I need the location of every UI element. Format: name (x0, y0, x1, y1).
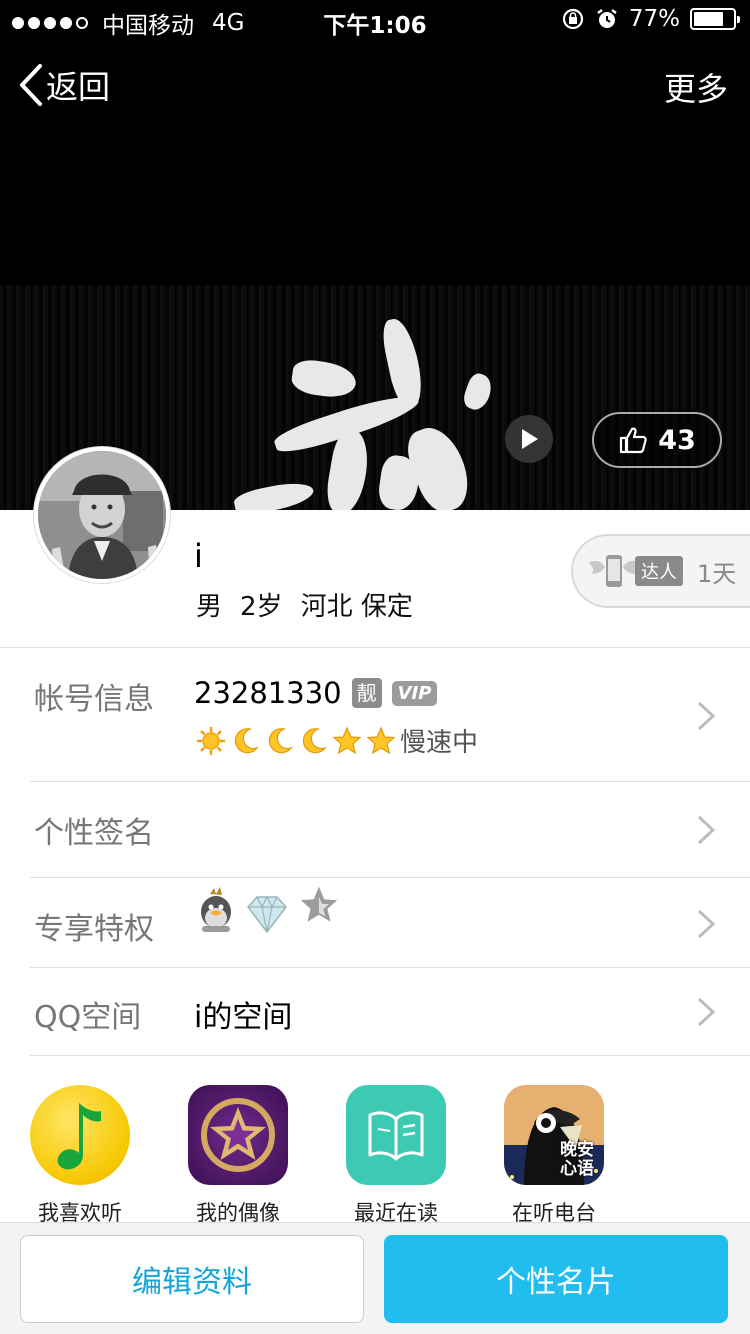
account-info-label: 帐号信息 (34, 682, 154, 717)
chevron-right-icon (697, 815, 716, 845)
account-info-row[interactable]: 帐号信息 (0, 648, 750, 781)
play-button[interactable] (505, 415, 553, 463)
chevron-left-icon (20, 64, 42, 106)
liang-badge: 靓 (351, 678, 382, 708)
privileges-row[interactable]: 专享特权 (0, 878, 750, 967)
back-label: 返回 (46, 68, 111, 106)
vip-badge: VIP (391, 680, 438, 706)
qzone-value: i的空间 (194, 1000, 293, 1035)
qq-music-icon (30, 1085, 130, 1185)
signature-label: 个性签名 (34, 816, 154, 851)
profile-subinfo: 男 2岁 河北 保定 (196, 586, 413, 623)
gender: 男 (196, 592, 223, 622)
back-button[interactable]: 返回 (18, 60, 110, 110)
qzone-label: QQ空间 (34, 1000, 142, 1035)
daren-days: 1天 (697, 559, 737, 588)
diamond-icon (247, 895, 287, 934)
app-recent-reading[interactable]: 最近在读 (336, 1085, 456, 1227)
account-number-line: 23281330 靓 VIP (194, 676, 438, 710)
daren-tag: 达人 (635, 556, 683, 586)
bottom-action-bar: 编辑资料 个性名片 (0, 1222, 750, 1334)
radio-icon-text: 晚安心语 (560, 1140, 594, 1179)
qzone-row[interactable]: QQ空间 i的空间 (0, 968, 750, 1055)
sun-icon (197, 726, 225, 755)
like-count: 43 (658, 424, 696, 456)
thumbs-up-icon (620, 427, 647, 454)
winged-phone-icon (589, 555, 639, 587)
chevron-right-icon (697, 997, 716, 1027)
location: 河北 保定 (300, 592, 413, 622)
battery-percent: 77% (628, 6, 680, 32)
edit-profile-button[interactable]: 编辑资料 (20, 1235, 364, 1323)
nickname: i (194, 537, 203, 575)
status-bar: 中国移动 4G 下午1:06 77% (0, 0, 750, 40)
app-radio[interactable]: 晚安心语 在听电台 (494, 1085, 614, 1227)
signature-row[interactable]: 个性签名 (0, 782, 750, 877)
account-number: 23281330 (194, 676, 342, 710)
moon-icon (268, 727, 293, 753)
app-my-idol[interactable]: 我的偶像 (178, 1085, 298, 1227)
idol-star-icon (188, 1085, 288, 1185)
qq-penguin-crown-icon (201, 887, 231, 932)
rotation-lock-icon (562, 8, 583, 30)
chevron-right-icon (697, 909, 716, 939)
like-button[interactable]: 43 (592, 412, 722, 468)
star-icon (366, 725, 396, 754)
moon-icon (234, 727, 259, 753)
divider (30, 1055, 750, 1056)
battery-icon (690, 8, 740, 30)
gray-star-icon (300, 886, 338, 922)
play-icon (522, 429, 538, 449)
avatar[interactable] (34, 447, 170, 583)
chevron-right-icon (697, 701, 716, 731)
avatar-photo (38, 451, 166, 579)
qq-level: 慢速中 (196, 722, 478, 759)
level-status: 慢速中 (400, 728, 479, 758)
moon-icon (302, 727, 327, 753)
book-icon (346, 1085, 446, 1185)
personal-card-button[interactable]: 个性名片 (384, 1235, 728, 1323)
more-button[interactable]: 更多 (664, 64, 728, 110)
age: 2岁 (240, 592, 283, 622)
daren-badge[interactable]: 达人 1天 (571, 534, 750, 608)
privileges-label: 专享特权 (34, 912, 154, 947)
star-icon (332, 725, 362, 754)
radio-icon: 晚安心语 (504, 1085, 604, 1185)
app-qq-music[interactable]: 我喜欢听 (20, 1085, 140, 1227)
alarm-icon (597, 9, 617, 28)
